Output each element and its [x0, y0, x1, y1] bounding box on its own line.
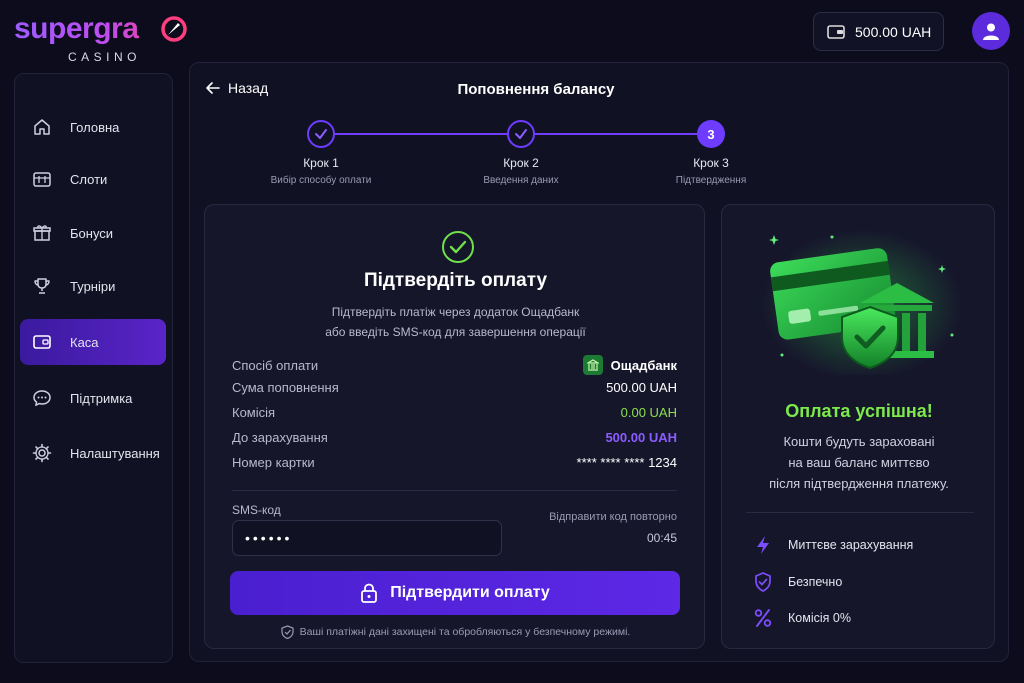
sidebar-item-bonuses[interactable]: Бонуси	[20, 210, 166, 256]
wallet-balance-button[interactable]: 500.00 UAH	[813, 12, 944, 51]
check-icon	[315, 129, 327, 139]
secure-note: Ваші платіжні дані захищені та обробляют…	[205, 625, 706, 639]
sidebar-item-label: Каса	[70, 334, 99, 350]
confirm-card: Підтвердіть оплату Підтвердіть платіж че…	[204, 204, 705, 649]
shield-check-icon	[755, 572, 771, 592]
feature-label: Миттєве зарахування	[788, 538, 914, 552]
trophy-icon	[34, 278, 50, 294]
sidebar-item-slots[interactable]: Слоти	[20, 156, 166, 202]
success-desc-line: Кошти будуть зараховані	[783, 434, 935, 449]
step-1-label: Крок 1	[303, 156, 339, 170]
step-1-circle	[307, 120, 335, 148]
user-avatar[interactable]	[972, 12, 1010, 50]
success-desc-line: на ваш баланс миттєво	[788, 455, 930, 470]
shield-check-icon	[281, 625, 294, 639]
sidebar-item-label: Налаштування	[70, 445, 160, 461]
user-icon	[983, 23, 999, 40]
feature-label: Безпечно	[788, 575, 843, 589]
feature-instant: Миттєве зарахування	[754, 535, 913, 555]
sidebar-item-label: Головна	[70, 119, 120, 135]
step-1-sub: Вибір способу оплати	[270, 175, 372, 186]
detail-key: Номер картки	[232, 455, 315, 470]
feature-label: Комісія 0%	[788, 611, 851, 625]
step-3-label: Крок 3	[693, 156, 729, 170]
detail-row-method: Спосіб оплати Ощадбанк	[232, 355, 677, 375]
sidebar-item-label: Турніри	[70, 278, 116, 294]
detail-key: Сума поповнення	[232, 380, 339, 395]
divider	[746, 512, 974, 513]
step-connector	[335, 133, 507, 135]
brand-logo[interactable]: supergra CASINO	[14, 12, 187, 66]
sidebar-item-label: Бонуси	[70, 225, 114, 241]
success-description: Кошти будуть зараховані на ваш баланс ми…	[722, 431, 994, 494]
main-panel: Назад Поповнення балансу Крок 1 Вибір сп…	[189, 62, 1009, 662]
success-card: Оплата успішна! Кошти будуть зараховані …	[721, 204, 995, 649]
sidebar-item-label: Слоти	[70, 171, 108, 187]
slot-machine-icon	[33, 172, 51, 187]
secure-note-text: Ваші платіжні дані захищені та обробляют…	[299, 626, 631, 638]
detail-value: 500.00 UAH	[606, 380, 677, 395]
detail-key: Комісія	[232, 405, 276, 420]
credit-card-shield-bank-illustration	[762, 230, 962, 375]
step-2-label: Крок 2	[503, 156, 539, 170]
success-desc-line: після підтвердження платежу.	[769, 476, 949, 491]
sidebar-item-tournaments[interactable]: Турніри	[20, 263, 166, 309]
confirm-description: Підтвердіть платіж через додаток Ощадбан…	[205, 302, 706, 342]
detail-row-card: Номер картки **** **** **** 1234	[232, 455, 677, 470]
sidebar-item-support[interactable]: Підтримка	[20, 375, 166, 421]
detail-value: 500.00 UAH	[605, 430, 677, 445]
stepper: Крок 1 Вибір способу оплати Крок 2 Введе…	[190, 63, 1010, 193]
lightning-icon	[757, 536, 769, 554]
sidebar: Головна Слоти Бонуси Турніри Каса Підтри…	[14, 73, 173, 663]
detail-key: До зарахування	[232, 430, 328, 445]
feature-commission: Комісія 0%	[754, 608, 851, 628]
lock-icon	[361, 583, 378, 603]
confirm-desc-line: або введіть SMS-код для завершення опера…	[325, 325, 586, 339]
step-3-circle: 3	[697, 120, 725, 148]
detail-value: **** **** **** 1234	[576, 455, 677, 470]
detail-row-commission: Комісія 0.00 UAH	[232, 405, 677, 420]
detail-value: Ощадбанк	[582, 355, 677, 375]
chat-icon	[33, 390, 51, 407]
check-icon	[515, 129, 527, 139]
step-connector	[535, 133, 697, 135]
step-2-circle	[507, 120, 535, 148]
sidebar-item-home[interactable]: Головна	[20, 104, 166, 150]
brand-name: supergra	[14, 12, 184, 46]
resend-code-link[interactable]: Відправити код повторно	[495, 511, 677, 523]
sidebar-item-cashier[interactable]: Каса	[20, 319, 166, 365]
detail-value: 0.00 UAH	[620, 405, 677, 420]
step-2-sub: Введення даних	[483, 175, 559, 186]
success-check-icon	[441, 230, 475, 269]
home-icon	[34, 119, 50, 135]
bank-logo-icon	[582, 355, 603, 375]
confirm-title: Підтвердіть оплату	[363, 270, 548, 291]
sidebar-item-label: Підтримка	[70, 390, 133, 406]
detail-row-credit: До зарахування 500.00 UAH	[232, 430, 677, 445]
confirm-desc-line: Підтвердіть платіж через додаток Ощадбан…	[331, 305, 580, 319]
step-3-sub: Підтвердження	[675, 175, 747, 186]
feature-secure: Безпечно	[754, 572, 842, 592]
divider	[232, 490, 677, 491]
gear-icon	[32, 443, 52, 463]
balance-amount: 500.00 UAH	[855, 23, 932, 40]
bank-name: Ощадбанк	[610, 357, 677, 373]
brand-sub: CASINO	[68, 50, 142, 64]
detail-row-amount: Сума поповнення 500.00 UAH	[232, 380, 677, 395]
wallet-icon	[33, 335, 51, 349]
confirm-button-label: Підтвердити оплату	[390, 584, 550, 601]
percent-icon	[754, 609, 772, 627]
sms-code-input[interactable]: ••••••	[232, 520, 502, 556]
success-title: Оплата успішна!	[785, 401, 933, 421]
wallet-icon	[827, 24, 845, 39]
resend-timer: 00:45	[646, 531, 677, 545]
rocket-logo-icon	[161, 16, 187, 42]
gift-icon	[33, 225, 51, 241]
confirm-payment-button[interactable]: Підтвердити оплату	[230, 571, 680, 615]
sidebar-item-settings[interactable]: Налаштування	[20, 430, 166, 476]
sms-label: SMS-код	[232, 503, 281, 517]
detail-key: Спосіб оплати	[232, 357, 319, 373]
